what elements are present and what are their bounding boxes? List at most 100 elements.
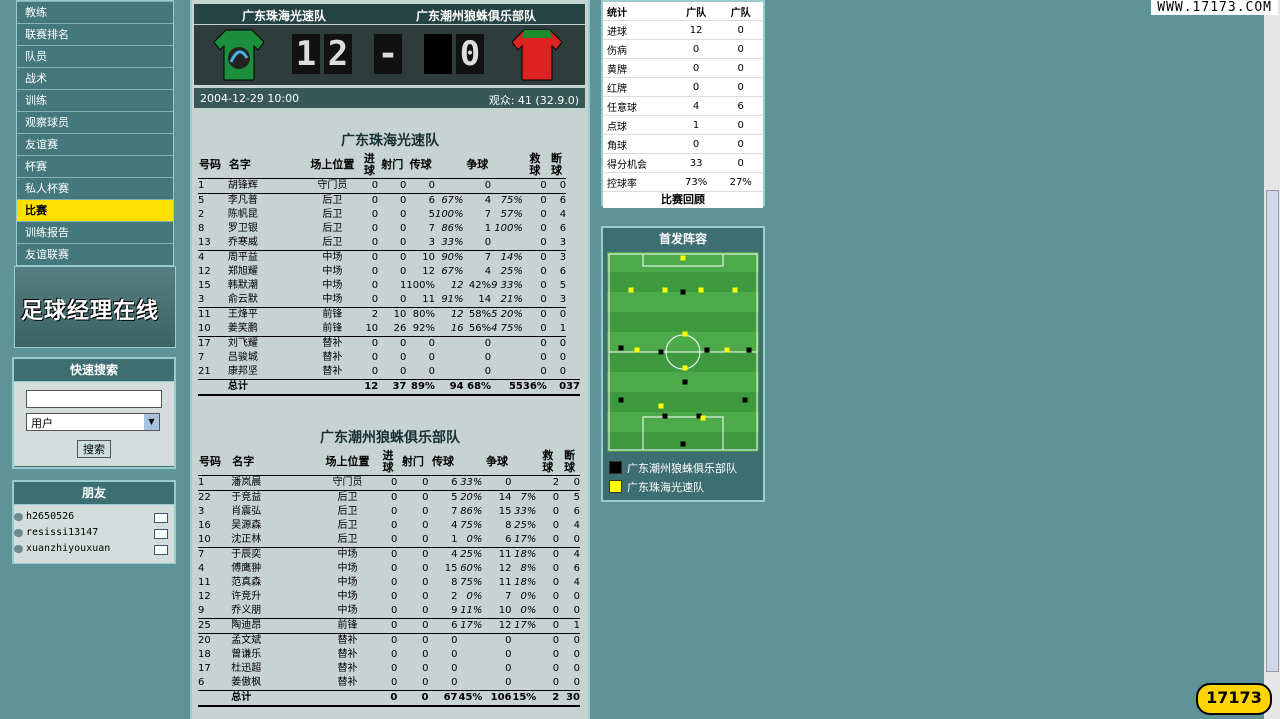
table-cell: 0	[552, 605, 560, 616]
nav-item[interactable]: 友谊赛	[17, 133, 173, 155]
table-cell: 0	[406, 178, 435, 194]
table-cell: 33%	[514, 506, 537, 517]
column-header	[458, 449, 483, 476]
table-cell: 4 75%	[491, 323, 523, 334]
table-cell: 6	[406, 193, 435, 208]
nav-item[interactable]: 杯赛	[17, 155, 173, 177]
match-info-bar: 2004-12-29 10:00 观众: 41 (32.9.0)	[194, 88, 585, 108]
table-row: 11 范真森 中场 0 0 8 75% 11 18% 0 4	[198, 576, 580, 590]
stats-row: 伤病 0 0	[603, 39, 763, 59]
table-cell: 0	[536, 633, 560, 648]
nav-item[interactable]: 私人杯赛	[17, 177, 173, 199]
table-cell	[435, 351, 464, 365]
table-cell	[491, 351, 523, 365]
table-cell: 0	[390, 563, 398, 574]
table-row: 20 孟文斌 替补 0 0 0 0 0 0	[198, 633, 580, 648]
table-cell: 0	[559, 352, 567, 363]
stats-row: 控球率 73% 27%	[603, 172, 763, 192]
stats-cell: 0	[718, 58, 763, 78]
table-cell	[458, 676, 483, 691]
match-date: 2004-12-29 10:00	[200, 92, 300, 105]
table-cell: 胡锋辉	[227, 178, 305, 194]
table-row: 1 胡锋辉 守门员 0 0 0 0 0 0	[198, 178, 580, 194]
stats-row: 进球 12 0	[603, 20, 763, 40]
nav-item[interactable]: 训练	[17, 89, 173, 111]
table-cell: 俞云默	[227, 294, 258, 305]
table-cell: 3	[546, 250, 567, 265]
table-cell: 6	[428, 618, 458, 634]
table-cell: 12	[450, 280, 464, 291]
nav-item[interactable]: 训练报告	[17, 221, 173, 243]
stats-cell: 黄牌	[603, 58, 674, 78]
table-cell: 7	[463, 250, 492, 265]
away-team-name: 广东潮州狼蛛俱乐部队	[416, 9, 537, 23]
table-cell: 王烽平	[227, 307, 305, 322]
player-marker-yellow	[634, 347, 640, 353]
table-cell: 中场	[304, 250, 361, 265]
column-header: 争球	[466, 158, 489, 171]
table-cell: 0	[399, 266, 407, 277]
message-icon[interactable]	[154, 529, 168, 539]
stats-table: 统计 广队 广队 进球 12 0 伤病 0 0 黄牌 0 0 红牌 0 0 任意球 4 6 点球 1 0 角球 0 0 得分机会…	[603, 2, 763, 192]
message-icon[interactable]	[154, 513, 168, 523]
table-cell: 0	[573, 605, 580, 616]
table-cell: 0%	[466, 591, 483, 602]
match-review-link[interactable]: 比赛回顾	[603, 192, 763, 208]
table-cell: 6	[573, 563, 580, 574]
table-cell: 11	[198, 307, 228, 322]
search-type-select[interactable]: 用户 ▼	[26, 413, 160, 431]
column-header	[511, 449, 536, 476]
table-cell: 后卫	[337, 534, 358, 545]
table-cell: 替补	[322, 366, 343, 377]
search-button[interactable]: 搜索	[77, 440, 111, 458]
nav-item[interactable]: 教练	[17, 1, 173, 23]
table-cell	[458, 662, 483, 676]
friend-item[interactable]: h2650526	[14, 509, 174, 525]
table-cell: 孟文斌	[231, 633, 317, 648]
logo-text: 足球经理在线	[21, 299, 160, 324]
table-cell	[511, 633, 537, 648]
home-team-name: 广东珠海光速队	[242, 9, 327, 23]
table-cell: 33%	[441, 237, 464, 248]
player-marker-black	[618, 397, 624, 403]
search-input[interactable]	[26, 390, 162, 408]
table-cell: 6	[559, 266, 567, 277]
friend-item[interactable]: resissi13147	[14, 525, 174, 541]
total-row: 总计 0 0 67 45% 106 15% 2 30	[198, 690, 580, 707]
table-row: 12 郑旭耀 中场 0 0 12 67% 4 25% 0 6	[198, 265, 580, 279]
nav-item[interactable]: 联赛排名	[17, 23, 173, 45]
page-scrollbar[interactable]	[1264, 0, 1280, 719]
total-cell: 37	[378, 379, 407, 396]
nav-item[interactable]: 战术	[17, 67, 173, 89]
nav-item[interactable]: 友谊联赛	[17, 243, 173, 265]
table-cell: 沈正林	[231, 534, 262, 545]
scroll-thumb[interactable]	[1266, 190, 1279, 672]
table-cell: 7	[198, 547, 232, 562]
nav-item[interactable]: 比赛	[17, 199, 173, 221]
table-cell: 0	[484, 352, 492, 363]
table-cell: 杜迅超	[231, 663, 262, 674]
table-cell: 0	[390, 591, 398, 602]
table-cell: 4	[573, 520, 580, 531]
table-cell: 25	[198, 618, 232, 634]
stats-cell: 6	[718, 96, 763, 116]
nav-item[interactable]: 观察球员	[17, 111, 173, 133]
message-icon[interactable]	[154, 545, 168, 555]
table-cell: 10	[198, 323, 211, 334]
table-row: 15 韩默潮 中场 0 1 100% 12 42% 9 33% 0 5	[198, 279, 580, 293]
stats-header-cell: 统计	[603, 2, 674, 21]
table-cell: 0	[540, 294, 547, 305]
table-cell: 3	[428, 237, 435, 248]
table-cell: 0	[390, 506, 398, 517]
total-row: 总计 12 37 89% 94 68% 55 36% 0 37	[198, 379, 580, 396]
table-cell	[434, 178, 464, 194]
table-cell: 0	[399, 294, 407, 305]
table-cell: 8	[198, 223, 205, 234]
friend-item[interactable]: xuanzhiyouxuan	[14, 541, 174, 557]
table-cell: 后卫	[337, 506, 358, 517]
table-cell: 26	[393, 323, 407, 334]
table-cell: 0	[360, 178, 379, 194]
table-cell: 前锋	[304, 307, 361, 322]
nav-item[interactable]: 队员	[17, 45, 173, 67]
table-cell: 4	[451, 520, 458, 531]
